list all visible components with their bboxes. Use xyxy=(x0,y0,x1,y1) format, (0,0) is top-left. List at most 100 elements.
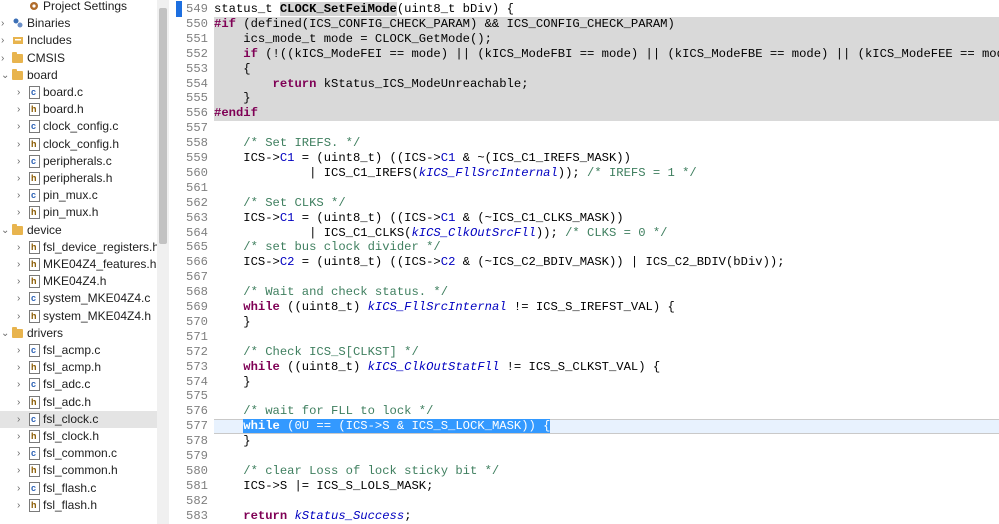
expanded-twisty-icon[interactable]: ⌄ xyxy=(1,222,9,239)
collapsed-twisty-icon[interactable]: › xyxy=(17,136,20,153)
code-line[interactable]: #endif xyxy=(214,106,999,122)
tree-item[interactable]: › h fsl_common.h xyxy=(0,462,157,479)
collapsed-twisty-icon[interactable]: › xyxy=(17,204,20,221)
collapsed-twisty-icon[interactable]: › xyxy=(17,118,20,135)
tree-item[interactable]: › c peripherals.c xyxy=(0,153,157,170)
tree-item[interactable]: › h pin_mux.h xyxy=(0,204,157,221)
collapsed-twisty-icon[interactable]: › xyxy=(17,394,20,411)
code-line[interactable]: } xyxy=(214,91,999,107)
code-line[interactable]: } xyxy=(214,434,999,449)
code-line[interactable]: | ICS_C1_IREFS(kICS_FllSrcInternal)); /*… xyxy=(214,166,999,181)
code-line[interactable]: /* clear Loss of lock sticky bit */ xyxy=(214,464,999,479)
collapsed-twisty-icon[interactable]: › xyxy=(17,359,20,376)
tree-item[interactable]: › c fsl_common.c xyxy=(0,445,157,462)
collapsed-twisty-icon[interactable]: › xyxy=(17,84,20,101)
collapsed-twisty-icon[interactable]: › xyxy=(17,411,20,428)
settings-icon xyxy=(28,0,40,12)
code-line[interactable]: } xyxy=(214,375,999,390)
line-number: 581 xyxy=(186,478,208,493)
code-line[interactable] xyxy=(214,181,999,196)
collapsed-twisty-icon[interactable]: › xyxy=(17,497,20,514)
collapsed-twisty-icon[interactable]: › xyxy=(17,480,20,497)
code-line[interactable] xyxy=(214,270,999,285)
collapsed-twisty-icon[interactable]: › xyxy=(17,428,20,445)
tree-item[interactable]: Project Settings xyxy=(0,0,157,15)
tree-item[interactable]: › c clock_config.c xyxy=(0,118,157,135)
tree-item[interactable]: › c fsl_clock.c xyxy=(0,410,157,428)
tree-item[interactable]: › CMSIS xyxy=(0,50,157,67)
code-line[interactable]: /* Wait and check status. */ xyxy=(214,285,999,300)
collapsed-twisty-icon[interactable]: › xyxy=(17,256,20,273)
tree-item[interactable]: › h fsl_flash.h xyxy=(0,497,157,514)
tree-item[interactable]: ⌄ drivers xyxy=(0,325,157,342)
code-line[interactable]: if (!((kICS_ModeFEI == mode) || (kICS_Mo… xyxy=(214,46,999,62)
h-file-icon: h xyxy=(29,275,40,289)
collapsed-twisty-icon[interactable]: › xyxy=(17,376,20,393)
collapsed-twisty-icon[interactable]: › xyxy=(17,101,20,118)
tree-item[interactable]: › h system_MKE04Z4.h xyxy=(0,308,157,325)
code-line[interactable] xyxy=(214,389,999,404)
tree-item[interactable]: › c board.c xyxy=(0,84,157,101)
collapsed-twisty-icon[interactable]: › xyxy=(17,342,20,359)
code-line[interactable]: /* Check ICS_S[CLKST] */ xyxy=(214,345,999,360)
code-line[interactable] xyxy=(214,330,999,345)
tree-item[interactable]: › c fsl_acmp.c xyxy=(0,342,157,359)
code-line[interactable]: ICS->C1 = (uint8_t) ((ICS->C1 & (~ICS_C1… xyxy=(214,211,999,226)
tree-item[interactable]: › h fsl_device_registers.h xyxy=(0,239,159,256)
code-line[interactable]: { xyxy=(214,61,999,77)
tree-item[interactable]: › Binaries xyxy=(0,15,157,32)
tree-item[interactable]: › c fsl_adc.c xyxy=(0,376,157,393)
collapsed-twisty-icon[interactable]: › xyxy=(1,50,4,67)
code-line[interactable]: ICS->S |= ICS_S_LOLS_MASK; xyxy=(214,479,999,494)
collapsed-twisty-icon[interactable]: › xyxy=(17,170,20,187)
tree-item[interactable]: › h MKE04Z4_features.h xyxy=(0,256,157,273)
code-line[interactable]: | ICS_C1_CLKS(kICS_ClkOutSrcFll)); /* CL… xyxy=(214,226,999,241)
h-file-icon: h xyxy=(29,395,40,409)
expanded-twisty-icon[interactable]: ⌄ xyxy=(1,325,9,342)
tree-item[interactable]: › h fsl_adc.h xyxy=(0,394,157,411)
tree-item[interactable]: › Includes xyxy=(0,32,157,49)
tree-item[interactable]: › h board.h xyxy=(0,101,157,118)
tree-item[interactable]: ⌄ board xyxy=(0,67,157,84)
project-explorer-scroll-thumb[interactable] xyxy=(159,8,167,244)
current-code-line[interactable]: while (0U == (ICS->S & ICS_S_LOCK_MASK))… xyxy=(214,419,999,435)
collapsed-twisty-icon[interactable]: › xyxy=(17,273,20,290)
code-line[interactable]: ICS->C2 = (uint8_t) ((ICS->C2 & (~ICS_C2… xyxy=(214,255,999,270)
code-line[interactable]: ics_mode_t mode = CLOCK_GetMode(); xyxy=(214,31,999,47)
tree-item[interactable]: › h fsl_acmp.h xyxy=(0,359,157,376)
tree-item[interactable]: › h clock_config.h xyxy=(0,136,157,153)
tree-item[interactable]: › h MKE04Z4.h xyxy=(0,273,157,290)
collapsed-twisty-icon[interactable]: › xyxy=(17,239,20,256)
code-line[interactable]: /* Set CLKS */ xyxy=(214,196,999,211)
code-line[interactable]: } xyxy=(214,315,999,330)
collapsed-twisty-icon[interactable]: › xyxy=(17,153,20,170)
collapsed-twisty-icon[interactable]: › xyxy=(17,187,20,204)
code-line[interactable]: /* wait for FLL to lock */ xyxy=(214,404,999,419)
code-line[interactable] xyxy=(214,121,999,136)
collapsed-twisty-icon[interactable]: › xyxy=(17,290,20,307)
collapsed-twisty-icon[interactable]: › xyxy=(17,308,20,325)
code-line[interactable]: while ((uint8_t) kICS_ClkOutStatFll != I… xyxy=(214,360,999,375)
tree-item[interactable]: › c fsl_flash.c xyxy=(0,480,157,497)
code-line[interactable]: return kStatus_Success; xyxy=(214,509,999,524)
code-line[interactable]: /* set bus clock divider */ xyxy=(214,240,999,255)
tree-item[interactable]: › c pin_mux.c xyxy=(0,187,157,204)
collapsed-twisty-icon[interactable]: › xyxy=(17,462,20,479)
collapsed-twisty-icon[interactable]: › xyxy=(17,445,20,462)
code-line[interactable]: while ((uint8_t) kICS_FllSrcInternal != … xyxy=(214,300,999,315)
code-line[interactable]: return kStatus_ICS_ModeUnreachable; xyxy=(214,76,999,92)
tree-item[interactable]: › h fsl_clock.h xyxy=(0,428,157,445)
code-editor[interactable]: status_t CLOCK_SetFeiMode(uint8_t bDiv) … xyxy=(214,0,999,524)
collapsed-twisty-icon[interactable]: › xyxy=(1,32,4,49)
code-line[interactable]: /* Set IREFS. */ xyxy=(214,136,999,151)
code-line[interactable]: status_t CLOCK_SetFeiMode(uint8_t bDiv) … xyxy=(214,2,999,17)
collapsed-twisty-icon[interactable]: › xyxy=(1,15,4,32)
tree-item[interactable]: ⌄ device xyxy=(0,222,157,239)
code-line[interactable] xyxy=(214,494,999,509)
tree-item[interactable]: › c system_MKE04Z4.c xyxy=(0,290,157,307)
expanded-twisty-icon[interactable]: ⌄ xyxy=(1,67,9,84)
code-line[interactable]: ICS->C1 = (uint8_t) ((ICS->C1 & ~(ICS_C1… xyxy=(214,151,999,166)
tree-item[interactable]: › h peripherals.h xyxy=(0,170,157,187)
code-line[interactable] xyxy=(214,449,999,464)
code-line[interactable]: #if (defined(ICS_CONFIG_CHECK_PARAM) && … xyxy=(214,16,999,32)
